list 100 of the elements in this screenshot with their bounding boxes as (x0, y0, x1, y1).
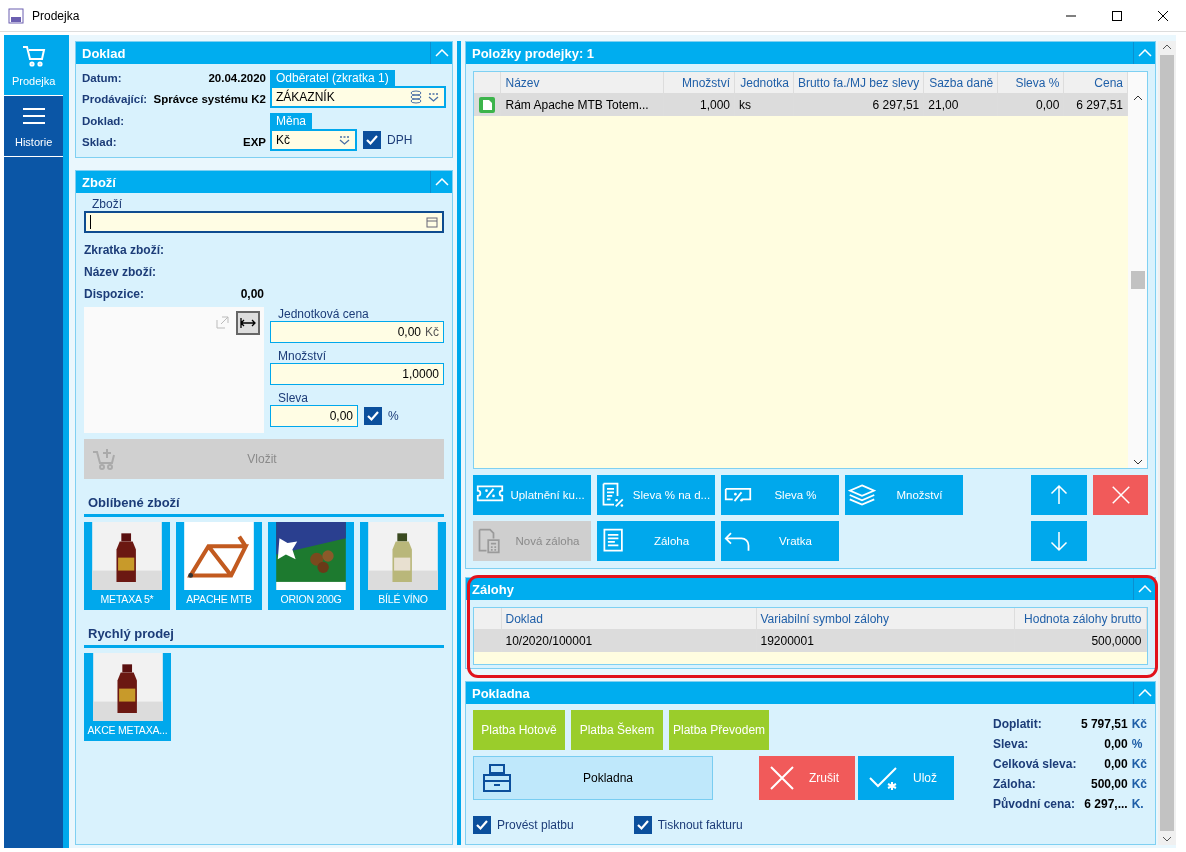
column-header[interactable]: Doklad (501, 608, 756, 629)
panel-title: Doklad (82, 45, 127, 61)
field-label: Prodávající: (82, 93, 148, 108)
close-icon (769, 765, 795, 791)
checkbox[interactable] (364, 407, 382, 425)
field-label: Doklad: (82, 114, 126, 129)
column-header[interactable]: Sleva % (997, 72, 1064, 93)
panel-title: Zálohy (472, 581, 515, 597)
column-header[interactable]: Hodnota zálohy brutto (1014, 608, 1146, 629)
price-field[interactable]: 0,00 Kč (270, 321, 444, 343)
panel-title: Zboží (82, 174, 117, 190)
field-label: Měna (270, 113, 313, 129)
scroll-down-icon (1162, 835, 1172, 843)
field-value: 20.04.2020 (207, 72, 266, 86)
field-value: 0,00 (239, 287, 264, 301)
chevron-up-icon (1137, 49, 1152, 57)
summary-label: Doplatit: (993, 717, 1043, 731)
checkbox-label: DPH (387, 133, 413, 147)
down-arrow-button[interactable] (1031, 521, 1087, 561)
summary-value: 6 297,... (1083, 797, 1128, 811)
field-label: Zkratka zboží: (84, 243, 165, 257)
unit-label: Kč (1131, 757, 1147, 771)
field-label: Dispozice: (84, 287, 145, 301)
summary-value: 0,00 (1103, 737, 1128, 751)
summary-label: Celková sleva: (993, 757, 1077, 771)
discount-field[interactable]: 0,00 (270, 405, 358, 427)
calendar-icon (426, 216, 438, 228)
column-header[interactable]: Sazba daně (923, 72, 998, 93)
checkbox-label: Tisknout fakturu (657, 818, 743, 832)
panel-title: Položky prodejky: 1 (472, 45, 596, 61)
fit-width-button[interactable] (236, 311, 260, 335)
delete-button[interactable] (1093, 475, 1148, 515)
chevron-up-icon (434, 178, 449, 186)
column-header[interactable]: Množství (663, 72, 735, 93)
checkbox[interactable] (473, 816, 491, 834)
checkbox-label: % (388, 409, 399, 423)
table-row[interactable]: Rám Apache MTB Totem... 1,000 ks 6 297,51 21,00 0,00 6 297,51 (474, 93, 1128, 116)
unit-label: % (1131, 737, 1144, 751)
quantity-field[interactable]: 1,0000 (270, 363, 444, 385)
cancel-button[interactable]: Zrušit (759, 756, 855, 800)
field-label: Jednotková cena (278, 307, 370, 321)
unit-label: Kč (1131, 777, 1147, 791)
scroll-down-icon (1132, 458, 1143, 466)
column-header[interactable]: Variabilní symbol zálohy (756, 608, 1014, 629)
close-icon (1158, 10, 1168, 21)
column-header[interactable]: Název (500, 72, 664, 93)
summary-label: Záloha: (993, 777, 1037, 791)
summary-value: 500,00 (1089, 777, 1128, 791)
field-label: Sklad: (82, 135, 118, 150)
width-arrow-icon (240, 316, 256, 330)
scrollbar[interactable] (1128, 72, 1147, 468)
currency-field[interactable]: Kč (270, 129, 357, 151)
field-value: EXP (242, 135, 266, 150)
maximize-icon (1112, 10, 1122, 21)
cart-icon (20, 43, 47, 67)
table-cell: 0,00 (997, 93, 1064, 116)
checkbox[interactable] (363, 131, 381, 149)
unit-label: K. (1131, 797, 1145, 811)
table-cell: 10/2020/100001 (501, 629, 756, 652)
up-arrow-button[interactable] (1031, 475, 1087, 515)
table-cell: 19200001 (756, 629, 1014, 652)
table-cell: 500,0000 (1014, 629, 1146, 652)
column-header[interactable]: Brutto fa./MJ bez slevy (793, 72, 924, 93)
app-icon (8, 7, 24, 24)
external-link-icon (215, 315, 230, 330)
section-title: Rychlý prodej (84, 616, 444, 648)
scroll-up-icon (1132, 94, 1143, 102)
cart-plus-icon (92, 448, 118, 470)
checkbox-label: Provést platbu (497, 818, 574, 832)
scrollbar[interactable] (1158, 41, 1176, 845)
field-label: Množství (278, 349, 327, 363)
field-label: Sleva (278, 391, 310, 405)
dropdown-icon (427, 91, 440, 103)
goods-field[interactable] (84, 211, 444, 233)
checkbox[interactable] (633, 816, 652, 834)
chevron-up-icon (1137, 689, 1152, 697)
panel-title: Pokladna (472, 685, 531, 701)
summary-label: Sleva: (993, 737, 1030, 751)
field-label: Název zboží: (84, 265, 157, 279)
scroll-thumb[interactable] (1130, 271, 1145, 289)
check-icon (868, 764, 898, 792)
column-header[interactable]: Jednotka (734, 72, 794, 93)
cash-register-button[interactable]: Pokladna (473, 756, 713, 800)
table-cell: 21,00 (923, 93, 998, 116)
summary-value: 0,00 (1103, 757, 1128, 771)
table-cell: 1,000 (663, 93, 735, 116)
window-title: Prodejka (32, 8, 81, 23)
customer-field[interactable]: ZÁKAZNÍK (270, 86, 446, 108)
document-icon (478, 95, 496, 114)
unit-label: Kč (1131, 717, 1147, 731)
table-cell: ks (734, 93, 794, 116)
table-cell: Rám Apache MTB Totem... (500, 93, 664, 116)
dropdown-icon (338, 134, 351, 146)
table-row[interactable]: 10/2020/100001 19200001 500,0000 (474, 629, 1146, 652)
column-header[interactable]: Cena (1063, 72, 1128, 93)
cash-register-icon (482, 763, 512, 793)
summary-label: Původní cena: (993, 797, 1076, 811)
table-cell: 6 297,51 (1063, 93, 1128, 116)
chevron-up-icon (434, 49, 449, 57)
field-value: Správce systému K2 (152, 93, 266, 108)
